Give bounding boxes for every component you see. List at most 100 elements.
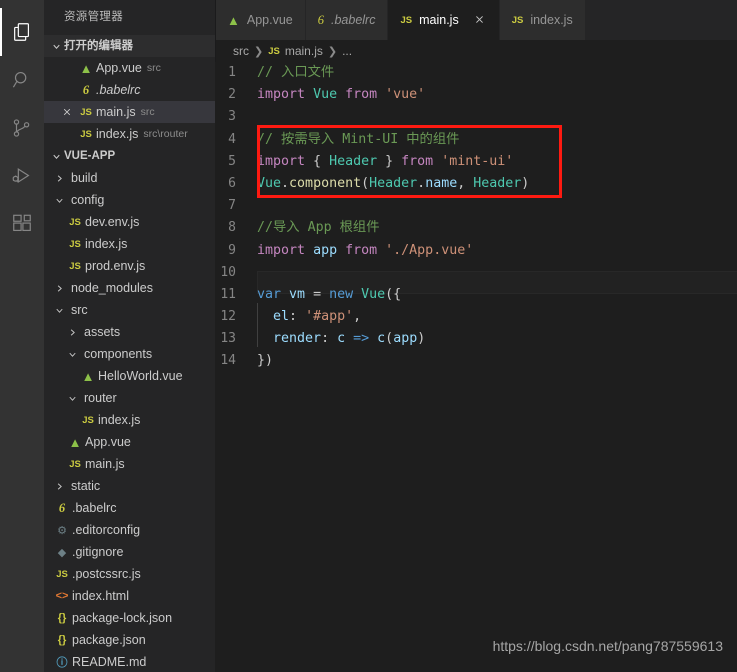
tree-folder[interactable]: src bbox=[44, 299, 215, 321]
js-icon: JS bbox=[69, 458, 81, 470]
tree-item-label: main.js bbox=[85, 457, 125, 471]
babel-icon: 6 bbox=[317, 12, 324, 27]
tree-item-label: index.html bbox=[72, 589, 129, 603]
editor-tab[interactable]: ▲ App.vue bbox=[215, 0, 306, 40]
tree-folder[interactable]: node_modules bbox=[44, 277, 215, 299]
tree-file[interactable]: {} package.json bbox=[44, 629, 215, 651]
code-line[interactable]: 13 render: c => c(app) bbox=[215, 325, 737, 350]
code-line[interactable]: 7 bbox=[215, 195, 737, 217]
tree-file[interactable]: ⚙ .editorconfig bbox=[44, 519, 215, 541]
chevron-down-icon[interactable] bbox=[52, 195, 67, 206]
code-line[interactable]: 6 Vue.component(Header.name, Header) bbox=[215, 173, 737, 195]
editor-tab[interactable]: 6 .babelrc bbox=[305, 0, 389, 40]
tree-file[interactable]: JS index.js bbox=[44, 409, 215, 431]
code-line[interactable]: 12 el: '#app', bbox=[215, 303, 737, 328]
tree-folder[interactable]: config bbox=[44, 189, 215, 211]
open-editor-desc: src\router bbox=[143, 128, 188, 140]
extensions-icon bbox=[11, 213, 33, 235]
section-open-editors[interactable]: 打开的编辑器 bbox=[44, 35, 215, 57]
tree-file[interactable]: JS prod.env.js bbox=[44, 255, 215, 277]
search-icon bbox=[11, 69, 33, 91]
js-icon: JS bbox=[56, 568, 68, 580]
tree-file[interactable]: ▲ HelloWorld.vue bbox=[44, 365, 215, 387]
tree-file[interactable]: <> index.html bbox=[44, 585, 215, 607]
activity-extensions[interactable] bbox=[0, 200, 44, 248]
js-icon: JS bbox=[268, 45, 280, 57]
code-line[interactable]: 3 bbox=[215, 106, 737, 128]
open-editor-item[interactable]: JS index.js src\router bbox=[44, 123, 215, 145]
vscode-window: 资源管理器 打开的编辑器 ▲ App.vue src 6 .babelrc JS main.… bbox=[0, 0, 737, 672]
tree-file[interactable]: JS main.js bbox=[44, 453, 215, 475]
code-line[interactable]: 1 // 入口文件 bbox=[215, 62, 737, 84]
editor-tab-label: index.js bbox=[530, 13, 573, 27]
chevron-down-icon bbox=[48, 145, 64, 167]
open-editor-item[interactable]: JS main.js src bbox=[44, 101, 215, 123]
chevron-right-icon[interactable] bbox=[65, 327, 80, 338]
tree-item-label: config bbox=[71, 193, 105, 207]
editor-tab-bar: ▲ App.vue 6 .babelrc JS main.js JS index.js bbox=[215, 0, 737, 40]
breadcrumb[interactable]: src ❯ JS main.js ❯ ... bbox=[215, 40, 737, 62]
code-line[interactable]: 4 // 按需导入 Mint-UI 中的组件 bbox=[215, 129, 737, 151]
chevron-right-icon[interactable] bbox=[52, 173, 67, 184]
tree-file[interactable]: 6 .babelrc bbox=[44, 497, 215, 519]
open-editor-item[interactable]: 6 .babelrc bbox=[44, 79, 215, 101]
line-number: 13 bbox=[220, 331, 236, 347]
code-line[interactable]: 5 import { Header } from 'mint-ui' bbox=[215, 151, 737, 173]
tree-file[interactable]: JS dev.env.js bbox=[44, 211, 215, 233]
tree-file[interactable]: {} package-lock.json bbox=[44, 607, 215, 629]
chevron-down-icon bbox=[48, 35, 64, 57]
breadcrumb-tail[interactable]: ... bbox=[342, 44, 352, 58]
chevron-down-icon[interactable] bbox=[52, 305, 67, 316]
breadcrumb-file[interactable]: main.js bbox=[285, 44, 323, 58]
activity-bar bbox=[0, 0, 44, 672]
tree-folder[interactable]: router bbox=[44, 387, 215, 409]
tree-folder[interactable]: build bbox=[44, 167, 215, 189]
editor-tab[interactable]: JS index.js bbox=[499, 0, 586, 40]
gear-icon: ⚙ bbox=[57, 524, 67, 537]
indent-guide bbox=[257, 325, 265, 350]
code-editor[interactable]: 1 // 入口文件 2 import Vue from 'vue' 3 4 // 按需导入 … bbox=[215, 62, 737, 672]
chevron-down-icon[interactable] bbox=[65, 393, 80, 404]
tree-item-label: assets bbox=[84, 325, 121, 339]
code-line[interactable]: 14}) bbox=[215, 350, 737, 372]
activity-search[interactable] bbox=[0, 56, 44, 104]
open-editor-name: index.js bbox=[96, 127, 139, 141]
tree-folder[interactable]: static bbox=[44, 475, 215, 497]
tree-file[interactable]: JS .postcssrc.js bbox=[44, 563, 215, 585]
code-line[interactable]: 9 import app from './App.vue' bbox=[215, 240, 737, 262]
line-number: 12 bbox=[220, 309, 236, 325]
tree-item-label: dev.env.js bbox=[85, 215, 140, 229]
tree-file[interactable]: ⓘ README.md bbox=[44, 651, 215, 672]
open-editor-name: .babelrc bbox=[96, 83, 141, 97]
line-number: 6 bbox=[228, 175, 236, 191]
js-icon: JS bbox=[80, 106, 92, 118]
tree-file[interactable]: JS index.js bbox=[44, 233, 215, 255]
close-icon[interactable] bbox=[58, 107, 76, 117]
code-line[interactable]: 8 //导入 App 根组件 bbox=[215, 217, 737, 239]
line-content: Vue.component(Header.name, Header) bbox=[257, 175, 530, 191]
open-editor-item[interactable]: ▲ App.vue src bbox=[44, 57, 215, 79]
line-content: var vm = new Vue({ bbox=[257, 286, 402, 302]
breadcrumb-root[interactable]: src bbox=[233, 44, 249, 58]
activity-run-debug[interactable] bbox=[0, 152, 44, 200]
section-project[interactable]: VUE-APP bbox=[44, 145, 215, 167]
code-line[interactable]: 2 import Vue from 'vue' bbox=[215, 84, 737, 106]
tree-item-label: router bbox=[84, 391, 117, 405]
editor-tab[interactable]: JS main.js bbox=[388, 0, 500, 40]
watermark-text: https://blog.csdn.net/pang787559613 bbox=[492, 638, 723, 654]
tree-item-label: .postcssrc.js bbox=[72, 567, 141, 581]
tree-file[interactable]: ▲ App.vue bbox=[44, 431, 215, 453]
activity-source-control[interactable] bbox=[0, 104, 44, 152]
tree-folder[interactable]: components bbox=[44, 343, 215, 365]
tree-file[interactable]: ◆ .gitignore bbox=[44, 541, 215, 563]
files-icon bbox=[11, 21, 33, 43]
tree-folder[interactable]: assets bbox=[44, 321, 215, 343]
code-line[interactable]: 11 var vm = new Vue({ bbox=[215, 284, 737, 306]
chevron-down-icon[interactable] bbox=[65, 349, 80, 360]
close-icon[interactable] bbox=[473, 13, 487, 28]
activity-explorer[interactable] bbox=[0, 8, 44, 56]
chevron-right-icon: ❯ bbox=[327, 45, 338, 58]
code-line[interactable]: 10 bbox=[215, 262, 737, 294]
chevron-right-icon[interactable] bbox=[52, 481, 67, 492]
chevron-right-icon[interactable] bbox=[52, 283, 67, 294]
